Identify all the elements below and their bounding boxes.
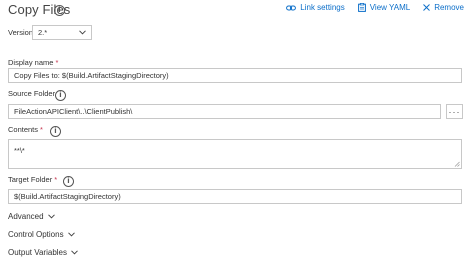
- control-options-section-toggle[interactable]: Control Options: [8, 230, 75, 239]
- info-icon[interactable]: i: [55, 90, 66, 101]
- chevron-down-icon: [79, 30, 86, 35]
- target-folder-input[interactable]: $(Build.ArtifactStagingDirectory): [8, 189, 462, 204]
- chevron-down-icon: [71, 250, 78, 255]
- close-icon: [423, 4, 431, 11]
- browse-button[interactable]: ···: [446, 104, 463, 119]
- contents-textarea[interactable]: **\*: [8, 139, 462, 169]
- link-settings-label: Link settings: [300, 3, 345, 12]
- output-variables-section-toggle[interactable]: Output Variables: [8, 248, 78, 257]
- info-icon[interactable]: i: [50, 126, 61, 137]
- resize-grip-icon[interactable]: [454, 161, 460, 167]
- chevron-down-icon: [67, 232, 75, 237]
- chevron-down-icon: [47, 214, 55, 219]
- toolbar: Link settings View YAML Remove: [273, 3, 464, 12]
- remove-label: Remove: [434, 3, 464, 12]
- view-yaml-button[interactable]: View YAML: [357, 3, 411, 12]
- version-select[interactable]: 2.*: [32, 25, 92, 40]
- display-name-value: Copy Files to: $(Build.ArtifactStagingDi…: [14, 71, 169, 80]
- display-name-label: Display name *: [8, 58, 59, 67]
- contents-label: Contents *: [8, 125, 43, 134]
- version-value: 2.*: [38, 28, 48, 37]
- remove-button[interactable]: Remove: [423, 3, 464, 12]
- output-variables-label: Output Variables: [8, 248, 67, 257]
- info-icon[interactable]: i: [54, 5, 65, 16]
- source-folder-input[interactable]: FileActionAPIClient\..\ClientPublish\: [8, 104, 441, 119]
- target-folder-value: $(Build.ArtifactStagingDirectory): [14, 192, 121, 201]
- info-icon[interactable]: i: [63, 176, 74, 187]
- control-options-label: Control Options: [8, 230, 64, 239]
- version-label: Version: [8, 28, 34, 37]
- source-folder-label: Source Folder: [8, 89, 56, 98]
- target-folder-label: Target Folder *: [8, 175, 58, 184]
- task-editor-panel: Copy Files i Link settings View YAML Rem…: [0, 0, 474, 276]
- view-yaml-label: View YAML: [369, 3, 411, 12]
- clipboard-icon: [357, 3, 366, 12]
- required-marker: *: [40, 125, 43, 134]
- link-settings-button[interactable]: Link settings: [286, 3, 345, 12]
- display-name-input[interactable]: Copy Files to: $(Build.ArtifactStagingDi…: [8, 68, 462, 83]
- link-icon: [286, 5, 297, 10]
- advanced-section-toggle[interactable]: Advanced: [8, 212, 55, 221]
- contents-value: **\*: [14, 146, 25, 155]
- advanced-label: Advanced: [8, 212, 44, 221]
- required-marker: *: [55, 58, 59, 67]
- required-marker: *: [54, 175, 58, 184]
- source-folder-value: FileActionAPIClient\..\ClientPublish\: [14, 107, 133, 116]
